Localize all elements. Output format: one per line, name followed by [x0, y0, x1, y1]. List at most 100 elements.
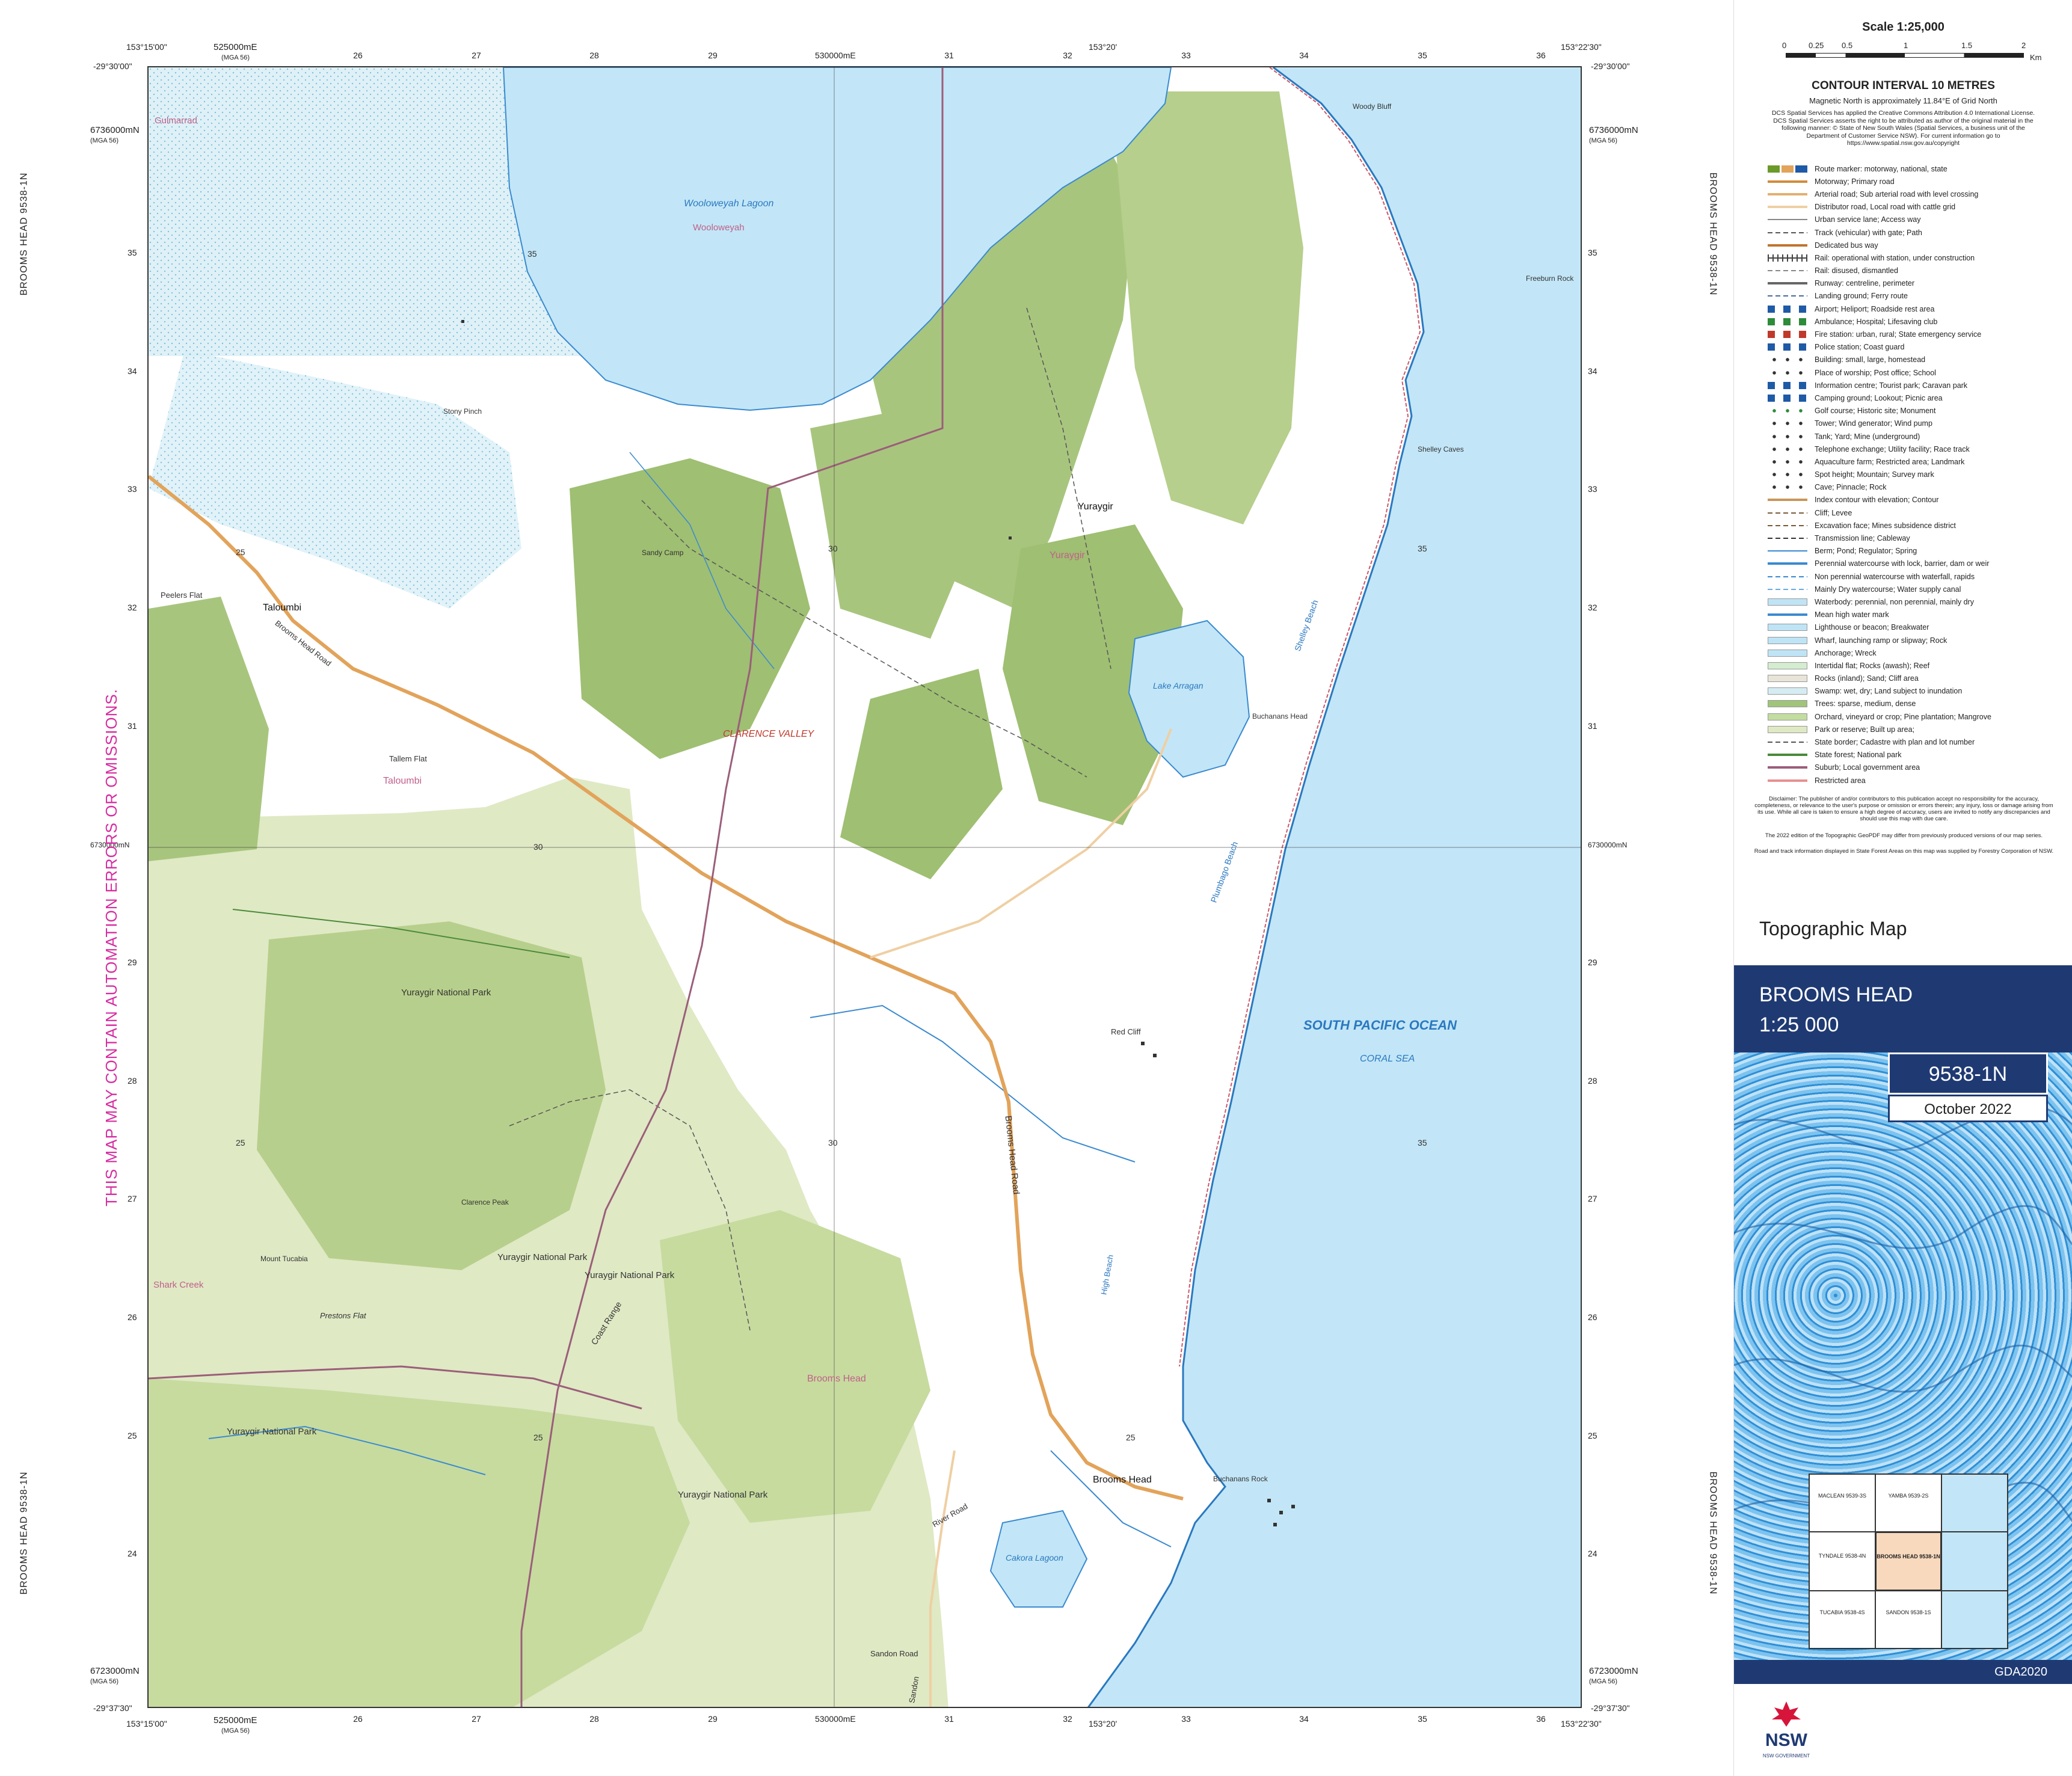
topographic-map[interactable]: Wooloweyah Lagoon Wooloweyah Gulmarrad T…	[147, 66, 1582, 1708]
label-yuraygir-np-5: Yuraygir National Park	[678, 1490, 768, 1500]
legend-label: Swamp: wet, dry; Land subject to inundat…	[1815, 687, 1963, 696]
legend-row: Suburb; Local government area	[1768, 761, 2068, 774]
legend-row: Runway: centreline, perimeter	[1768, 277, 2068, 290]
label-south-pacific-ocean: SOUTH PACIFIC OCEAN	[1303, 1018, 1457, 1033]
edition-note: The 2022 edition of the Topographic GeoP…	[1765, 832, 2043, 839]
legend-symbol	[1768, 356, 1807, 364]
easting-tick: 34	[1299, 1714, 1309, 1724]
legend-label: Route marker: motorway, national, state	[1815, 164, 1947, 173]
legend-symbol	[1768, 445, 1807, 453]
legend-label: Anchorage; Wreck	[1815, 648, 1877, 657]
longitude-label: 153°20'	[1089, 1719, 1117, 1728]
longitude-label: 153°15'00"	[126, 42, 167, 52]
longitude-label: 153°15'00"	[126, 1719, 167, 1728]
legend-row: State forest; National park	[1768, 749, 2068, 761]
legend-row: Route marker: motorway, national, state	[1768, 162, 2068, 175]
nsw-wordmark: NSW	[1765, 1730, 1807, 1750]
legend-symbol	[1768, 165, 1807, 173]
sheet-number-box: 9538-1N	[1888, 1052, 2048, 1095]
legend-row: Anchorage; Wreck	[1768, 647, 2068, 659]
index-cell-n: YAMBA 9539-2S	[1875, 1474, 1941, 1532]
legend-label: State forest; National park	[1815, 751, 1902, 760]
legend-symbol	[1768, 560, 1807, 568]
easting-tick: 36	[1536, 1714, 1546, 1724]
legend-label: Airport; Heliport; Roadside rest area	[1815, 304, 1935, 313]
legend-row: Non perennial watercourse with waterfall…	[1768, 570, 2068, 583]
legend-label: Runway: centreline, perimeter	[1815, 279, 1915, 288]
legend-row: Rail: operational with station, under co…	[1768, 251, 2068, 264]
easting-label: 525000mE	[214, 1715, 257, 1725]
legend-row: Police station; Coast guard	[1768, 341, 2068, 354]
easting-label: 525000mE	[214, 42, 257, 52]
label-yuraygir-np-4: Yuraygir National Park	[227, 1427, 317, 1437]
label-stony-pinch: Stony Pinch	[443, 407, 482, 416]
easting-tick: 33	[1181, 51, 1191, 60]
legend-symbol	[1768, 538, 1807, 539]
label-coral-sea: CORAL SEA	[1360, 1054, 1415, 1064]
legend-row: Golf course; Historic site; Monument	[1768, 405, 2068, 417]
legend-label: Police station; Coast guard	[1815, 343, 1905, 352]
legend-symbol	[1768, 254, 1807, 262]
legend-symbol	[1768, 381, 1807, 389]
grid-number: 30	[533, 842, 543, 852]
nsw-government-text: NSW GOVERNMENT	[1762, 1753, 1810, 1759]
legend-symbol	[1768, 700, 1807, 708]
easting-tick: 27	[472, 1714, 481, 1724]
legend-row: Park or reserve; Built up area;	[1768, 723, 2068, 736]
legend-symbol	[1768, 203, 1807, 211]
legend-symbol	[1768, 624, 1807, 631]
legend-row: Urban service lane; Access way	[1768, 214, 2068, 226]
legend-label: Restricted area	[1815, 776, 1866, 785]
label-yuraygir-np-2: Yuraygir National Park	[497, 1252, 588, 1262]
northing-tick: 33	[128, 484, 137, 494]
easting-tick: 35	[1418, 1714, 1427, 1724]
scale-tick-label: 1.5	[1961, 41, 1973, 50]
grid-number: 25	[1126, 1433, 1136, 1442]
adjoining-sheet-label: BROOMS HEAD 9538-1N	[19, 1471, 29, 1595]
easting-tick: 31	[944, 51, 954, 60]
legend-symbol	[1768, 576, 1807, 577]
title-contour-art: 9538-1N October 2022 MACLEAN 9539-3S YAM…	[1734, 1052, 2072, 1660]
legend-label: Urban service lane; Access way	[1815, 215, 1921, 224]
legend-row: Mainly Dry watercourse; Water supply can…	[1768, 583, 2068, 595]
legend-label: Mean high water mark	[1815, 610, 1889, 619]
legend-symbol	[1768, 764, 1807, 772]
northing-tick: 26	[128, 1312, 137, 1322]
label-buchanans-rock: Buchanans Rock	[1213, 1475, 1268, 1483]
legend-row: Transmission line; Cableway	[1768, 532, 2068, 544]
national-park-trees-1	[257, 921, 606, 1270]
grid-number: 30	[828, 1138, 838, 1148]
northing-label: 6723000mN	[90, 1666, 140, 1676]
mga-tag: (MGA 56)	[221, 1727, 250, 1735]
legend-row: Ambulance; Hospital; Lifesaving club	[1768, 315, 2068, 328]
scale-tick-label: 0.25	[1809, 41, 1824, 50]
license-text: DCS Spatial Services has applied the Cre…	[1771, 109, 2035, 147]
label-shark-creek: Shark Creek	[153, 1280, 204, 1290]
legend-row: Intertidal flat; Rocks (awash); Reef	[1768, 659, 2068, 672]
index-cell-se	[1941, 1591, 2008, 1648]
label-sandy-camp: Sandy Camp	[642, 548, 684, 557]
datum-label: GDA2020	[1994, 1665, 2047, 1679]
legend-symbol	[1768, 649, 1807, 657]
easting-tick: 35	[1418, 51, 1427, 60]
label-clarence-peak: Clarence Peak	[461, 1198, 509, 1206]
legend-symbol	[1768, 241, 1807, 249]
label-red-cliff: Red Cliff	[1111, 1027, 1141, 1036]
legend-list: Route marker: motorway, national, state M…	[1768, 162, 2068, 787]
legend-row: Wharf, launching ramp or slipway; Rock	[1768, 634, 2068, 647]
adjoining-sheet-label: BROOMS HEAD 9538-1N	[19, 172, 29, 296]
scale-unit: Km	[2030, 53, 2042, 62]
scale-bar: 0 0.25 0.5 1 1.5 2	[1782, 41, 2026, 59]
index-cell-e	[1941, 1532, 2008, 1591]
label-brooms-head-suburb: Brooms Head	[807, 1374, 866, 1384]
legend-row: Building: small, large, homestead	[1768, 354, 2068, 366]
northing-tick: 28	[128, 1076, 137, 1086]
legend-label: Mainly Dry watercourse; Water supply can…	[1815, 585, 1961, 594]
legend-label: Ambulance; Hospital; Lifesaving club	[1815, 317, 1938, 326]
legend-symbol	[1768, 232, 1807, 233]
label-cakora-lagoon: Cakora Lagoon	[1006, 1553, 1063, 1562]
easting-tick: 28	[589, 1714, 599, 1724]
map-canvas[interactable]	[149, 67, 1582, 1708]
legend-row: Cliff; Levee	[1768, 506, 2068, 519]
legend-symbol	[1768, 776, 1807, 784]
